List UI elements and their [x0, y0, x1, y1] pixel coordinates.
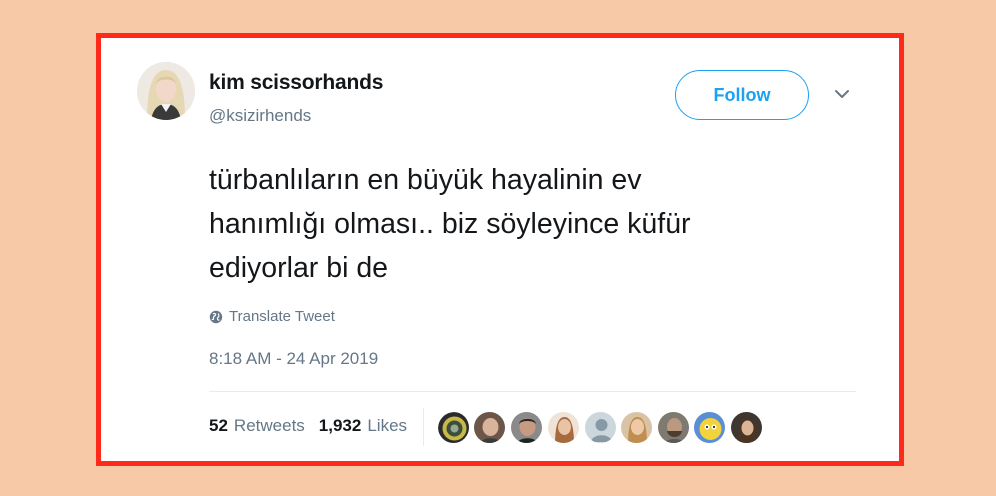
- likes-stat[interactable]: 1,932 Likes: [319, 416, 407, 436]
- liker-avatar[interactable]: [657, 411, 690, 444]
- globe-icon: [209, 310, 223, 323]
- liker-avatar[interactable]: [620, 411, 653, 444]
- divider: [209, 391, 856, 392]
- follow-button[interactable]: Follow: [675, 70, 809, 120]
- translate-tweet-link[interactable]: Translate Tweet: [209, 308, 335, 325]
- tweet-text-line: hanımlığı olması.. biz söyleyince küfür: [209, 208, 691, 240]
- tweet-timestamp[interactable]: 8:18 AM - 24 Apr 2019: [209, 349, 378, 369]
- liker-avatar[interactable]: [693, 411, 726, 444]
- retweets-count: 52: [209, 416, 228, 435]
- tweet-card: kim scissorhands @ksizirhends Follow tür…: [96, 33, 904, 466]
- tweet-text-line: türbanlıların en büyük hayalinin ev: [209, 164, 642, 196]
- tweet-text-line: ediyorlar bi de: [209, 252, 389, 284]
- liker-avatar[interactable]: [730, 411, 763, 444]
- likes-label: Likes: [367, 416, 408, 435]
- tweet-text: türbanlıların en büyük hayalinin ev hanı…: [209, 158, 849, 290]
- liker-avatar[interactable]: [510, 411, 543, 444]
- liker-avatar[interactable]: [547, 411, 580, 444]
- avatar-image: [137, 62, 195, 120]
- liker-avatar[interactable]: [437, 411, 470, 444]
- retweets-stat[interactable]: 52 Retweets: [209, 416, 305, 436]
- user-display-name[interactable]: kim scissorhands: [209, 71, 383, 95]
- user-handle[interactable]: @ksizirhends: [209, 106, 311, 126]
- liker-avatar[interactable]: [584, 411, 617, 444]
- liker-avatar[interactable]: [473, 411, 506, 444]
- user-avatar[interactable]: [137, 62, 195, 120]
- stats-separator: [423, 408, 424, 446]
- translate-label: Translate Tweet: [229, 308, 335, 325]
- chevron-down-icon[interactable]: [834, 88, 850, 100]
- likes-count: 1,932: [318, 416, 362, 435]
- retweets-label: Retweets: [233, 416, 305, 435]
- tweet-stats: 52 Retweets 1,932 Likes: [209, 416, 407, 436]
